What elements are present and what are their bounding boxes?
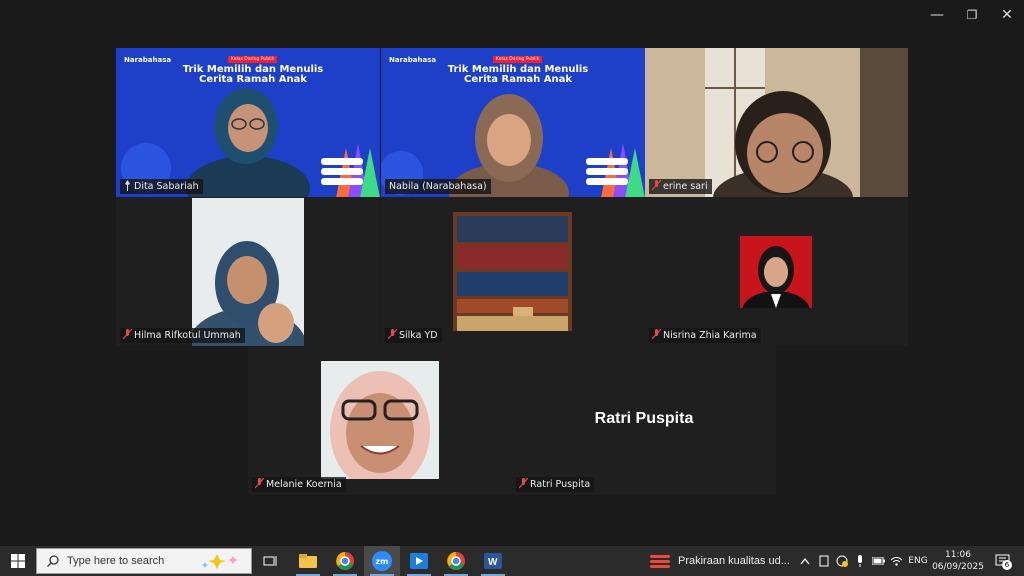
participant-avatar-photo xyxy=(321,361,439,479)
video-gallery: Narabahasa Kelas Daring Publik Trik Memi… xyxy=(0,32,1024,504)
slide-tag: Kelas Daring Publik xyxy=(493,56,543,63)
word-button[interactable]: W xyxy=(475,546,511,576)
clock[interactable]: 11:06 06/09/2025 xyxy=(932,546,984,576)
participant-name: erine sari xyxy=(663,181,708,192)
battery-button[interactable] xyxy=(870,546,886,576)
participant-tile-erine[interactable]: erine sari xyxy=(645,48,908,197)
weather-widget[interactable]: Prakiraan kualitas ud... xyxy=(650,546,795,576)
participant-name: Hilma Rifkotul Ummah xyxy=(134,330,241,341)
clock-date: 06/09/2025 xyxy=(932,562,984,572)
muted-mic-icon xyxy=(123,329,132,340)
slide-brand: Narabahasa xyxy=(389,56,437,64)
taskbar: Type here to search zm W Prakiraan kuali… xyxy=(0,546,1024,576)
wifi-icon xyxy=(890,557,902,566)
chrome-button-2[interactable] xyxy=(438,546,474,576)
zoom-button[interactable]: zm xyxy=(364,546,400,576)
weather-text: Prakiraan kualitas ud... xyxy=(678,555,790,567)
participant-name: Nabila (Narabahasa) xyxy=(389,181,487,192)
restore-button[interactable]: ❐ xyxy=(955,0,989,30)
taskbar-search-box[interactable]: Type here to search xyxy=(36,548,252,574)
slide-brand: Narabahasa xyxy=(124,56,172,64)
participant-avatar-bookshelf xyxy=(453,212,572,331)
participant-avatar-photo xyxy=(740,236,812,308)
participant-name: Dita Sabariah xyxy=(134,181,199,192)
participant-name-label: Nisrina Zhia Karima xyxy=(649,328,761,343)
warning-icon xyxy=(836,555,848,567)
slide-title-line2: Cerita Ramah Anak xyxy=(464,74,572,85)
sparkle-highlight-icon xyxy=(202,554,238,569)
participant-name: Nisrina Zhia Karima xyxy=(663,330,757,341)
chrome-icon xyxy=(447,552,465,570)
blue-app-icon xyxy=(410,553,428,569)
muted-mic-icon xyxy=(519,478,528,489)
participant-name-label: Hilma Rifkotul Ummah xyxy=(120,328,245,343)
windows-logo-icon xyxy=(11,554,25,568)
zoom-label: zm xyxy=(375,556,389,566)
microphone-icon xyxy=(858,555,862,567)
participant-name-label: erine sari xyxy=(649,179,712,194)
slide-title: Trik Memilih dan Menulis Cerita Ramah An… xyxy=(178,65,328,85)
slide-title-line2: Cerita Ramah Anak xyxy=(199,74,307,85)
search-icon xyxy=(47,555,59,567)
folder-icon xyxy=(299,554,317,568)
slide-tag: Kelas Daring Publik xyxy=(228,56,278,63)
participant-video xyxy=(192,198,304,346)
microphone-tray-button[interactable] xyxy=(852,546,868,576)
participant-name-label: Nabila (Narabahasa) xyxy=(385,179,491,194)
muted-mic-icon xyxy=(255,478,264,489)
muted-mic-icon xyxy=(388,329,397,340)
participant-name-label: Melanie Koernia xyxy=(252,477,346,492)
participant-tile-nisrina[interactable]: Nisrina Zhia Karima xyxy=(645,197,908,346)
window-titlebar: — ❐ ✕ xyxy=(0,0,1024,32)
participant-tile-hilma[interactable]: Hilma Rifkotul Ummah xyxy=(116,197,380,346)
battery-icon xyxy=(871,557,885,565)
participant-tile-melanie[interactable]: Melanie Koernia xyxy=(248,346,512,495)
notification-badge: 6 xyxy=(1002,560,1012,570)
language-indicator[interactable]: ENG xyxy=(906,546,930,576)
participant-video xyxy=(645,48,908,197)
muted-mic-icon xyxy=(652,180,661,191)
chrome-icon xyxy=(336,552,354,570)
slide-title: Trik Memilih dan Menulis Cerita Ramah An… xyxy=(443,65,593,85)
participant-name-label: Dita Sabariah xyxy=(120,179,203,194)
participant-tile-dita[interactable]: Narabahasa Kelas Daring Publik Trik Memi… xyxy=(116,48,380,197)
participant-name: Melanie Koernia xyxy=(266,479,342,490)
app-button[interactable] xyxy=(401,546,437,576)
close-button[interactable]: ✕ xyxy=(990,0,1024,30)
chrome-button[interactable] xyxy=(327,546,363,576)
participant-name: Silka YD xyxy=(399,330,438,341)
tray-app-icon[interactable] xyxy=(816,546,832,576)
start-button[interactable] xyxy=(0,546,36,576)
participant-display-name: Ratri Puspita xyxy=(594,410,694,427)
chevron-up-icon xyxy=(800,557,810,565)
device-icon xyxy=(819,555,829,567)
task-view-icon xyxy=(263,556,277,566)
word-icon: W xyxy=(484,553,502,569)
pin-icon xyxy=(125,180,130,191)
participant-tile-nabila[interactable]: Narabahasa Kelas Daring Publik Trik Memi… xyxy=(381,48,645,197)
clock-time: 11:06 xyxy=(945,550,971,560)
meeting-bottom-bar xyxy=(0,504,1024,546)
wifi-button[interactable] xyxy=(888,546,904,576)
air-quality-icon xyxy=(650,555,670,568)
participant-name-label: Silka YD xyxy=(385,328,442,343)
tray-warning-icon[interactable] xyxy=(834,546,850,576)
file-explorer-button[interactable] xyxy=(290,546,326,576)
participant-tile-silka[interactable]: Silka YD xyxy=(381,197,645,346)
search-placeholder: Type here to search xyxy=(67,555,165,567)
task-view-button[interactable] xyxy=(252,546,288,576)
muted-mic-icon xyxy=(652,329,661,340)
notifications-button[interactable]: 6 xyxy=(988,546,1018,576)
participant-tile-ratri[interactable]: Ratri Puspita Ratri Puspita xyxy=(512,346,776,495)
participant-name-label: Ratri Puspita xyxy=(516,477,595,492)
show-hidden-icons-button[interactable] xyxy=(798,546,812,576)
participant-name: Ratri Puspita xyxy=(530,479,591,490)
minimize-button[interactable]: — xyxy=(920,0,954,30)
svg-text:W: W xyxy=(488,557,498,568)
